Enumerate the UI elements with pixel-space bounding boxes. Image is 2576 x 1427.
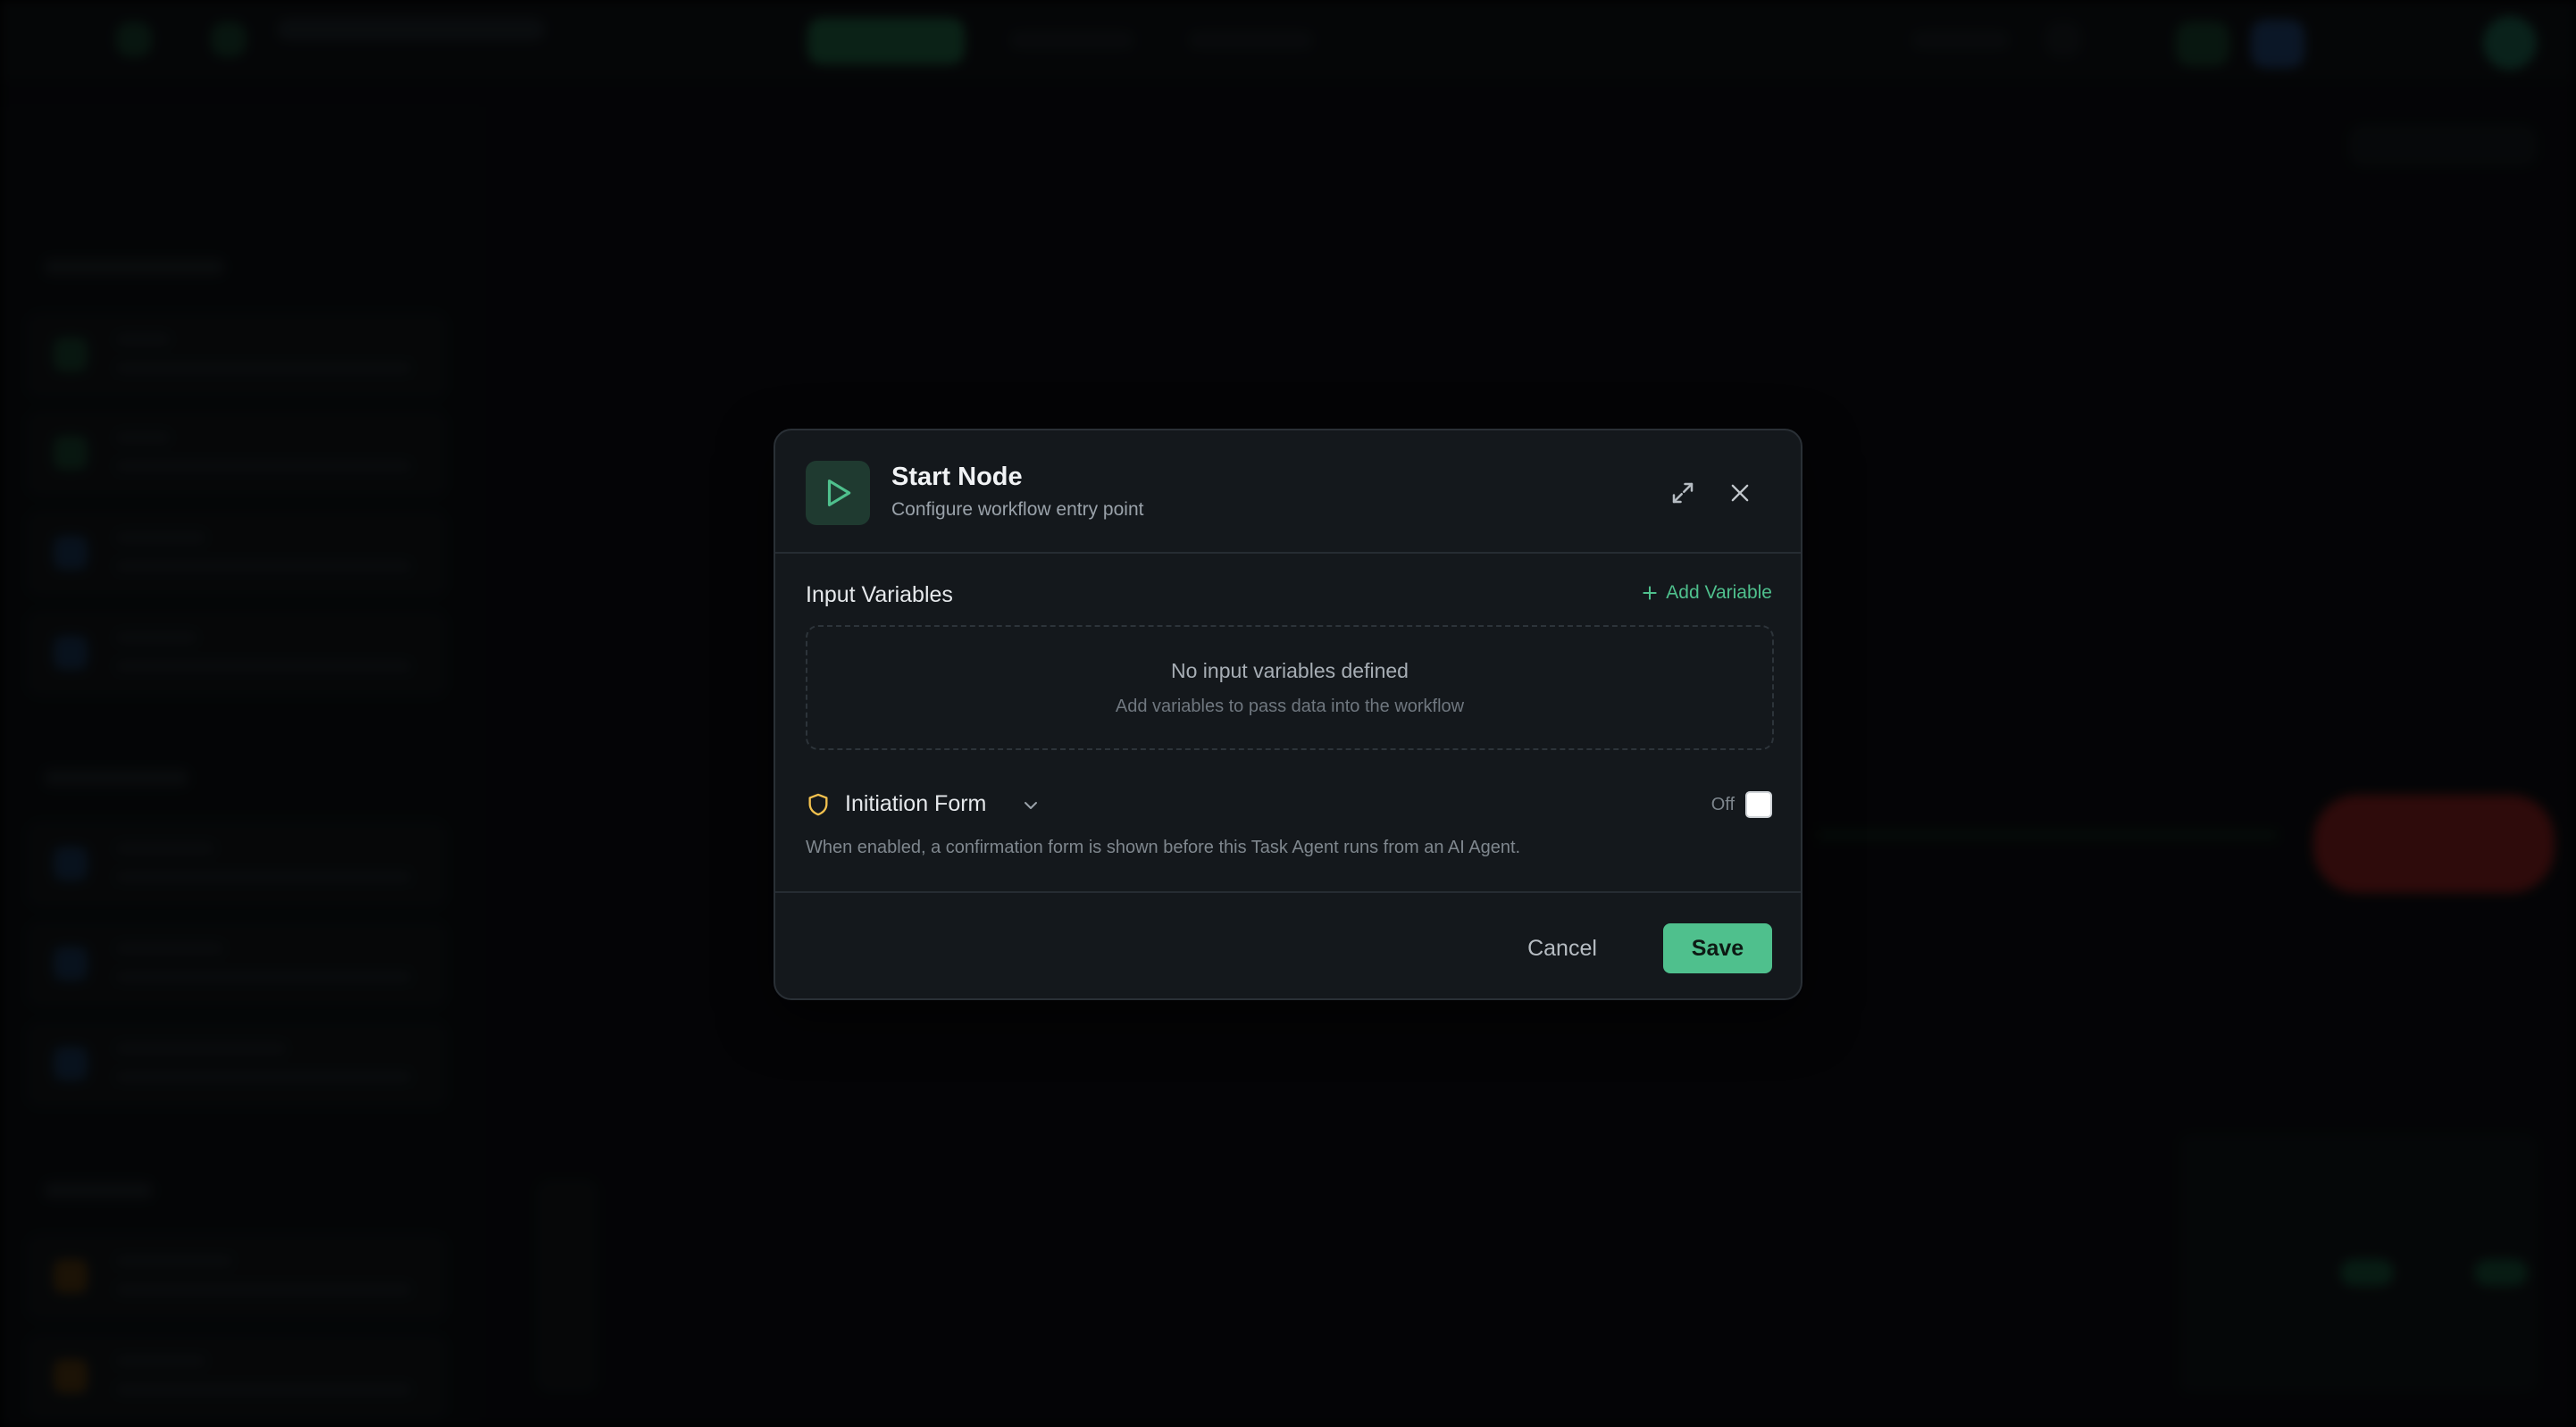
initiation-form-description: When enabled, a confirmation form is sho… xyxy=(806,838,1521,857)
save-button[interactable]: Save xyxy=(1663,923,1772,973)
add-variable-button[interactable]: Add Variable xyxy=(1641,582,1772,604)
empty-state-title: No input variables defined xyxy=(1171,659,1409,682)
dialog-footer: Cancel Save xyxy=(775,891,1801,1000)
close-button[interactable] xyxy=(1720,473,1760,513)
empty-state-subtitle: Add variables to pass data into the work… xyxy=(1115,697,1465,716)
cancel-button[interactable]: Cancel xyxy=(1495,923,1629,973)
initiation-form-checkbox[interactable] xyxy=(1745,791,1772,818)
plus-icon xyxy=(1643,586,1657,600)
expand-icon xyxy=(1672,482,1694,504)
shield-icon xyxy=(808,793,828,816)
chevron-down-icon[interactable] xyxy=(1020,795,1041,816)
close-icon xyxy=(1731,484,1749,502)
dialog-header: Start Node Configure workflow entry poin… xyxy=(775,430,1801,554)
play-icon xyxy=(806,461,870,525)
dialog-subtitle: Configure workflow entry point xyxy=(891,499,1144,520)
expand-button[interactable] xyxy=(1663,473,1702,513)
input-variables-empty-state: No input variables defined Add variables… xyxy=(806,625,1774,750)
initiation-form-toggle-label: Off xyxy=(1710,795,1735,814)
input-variables-title: Input Variables xyxy=(806,582,953,607)
add-variable-label: Add Variable xyxy=(1666,582,1772,603)
initiation-form-label: Initiation Form xyxy=(845,791,987,816)
dialog-title: Start Node xyxy=(891,463,1023,491)
start-node-dialog: Start Node Configure workflow entry poin… xyxy=(774,429,1802,1000)
